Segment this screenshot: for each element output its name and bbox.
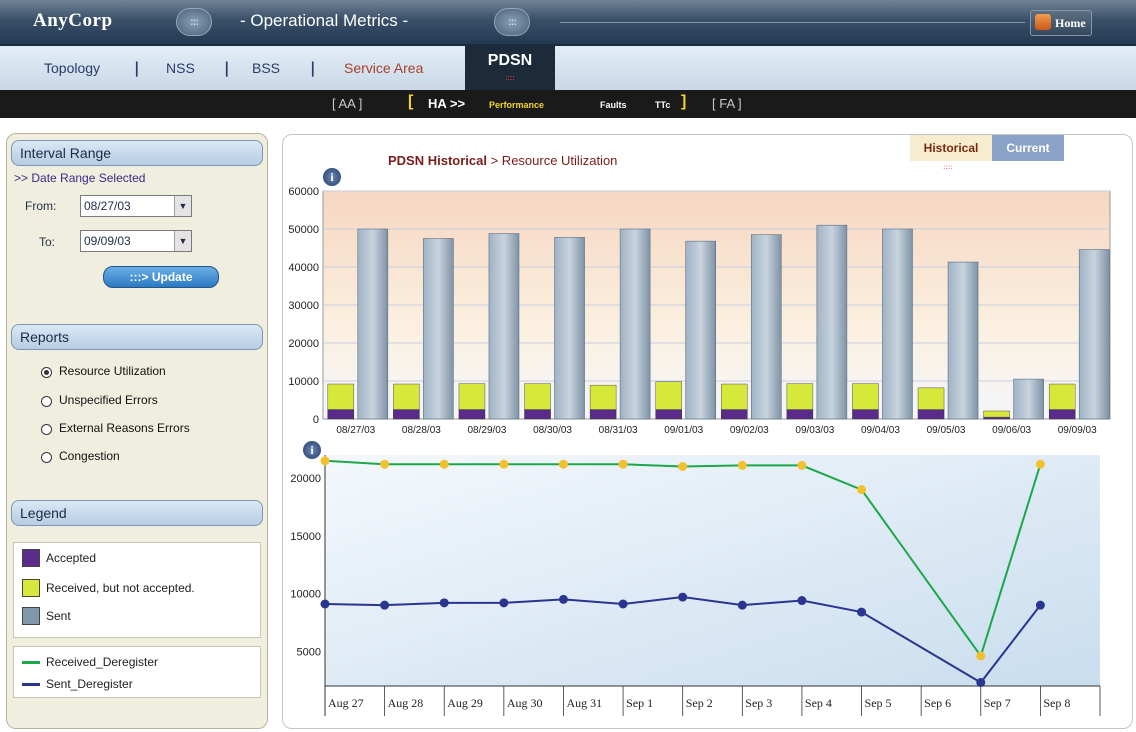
y-tick-label: 5000	[297, 646, 321, 658]
x-tick-label: Aug 29	[447, 696, 483, 710]
data-point	[737, 460, 747, 470]
x-tick-label: Aug 28	[388, 696, 424, 710]
data-point	[797, 460, 807, 470]
data-point	[1035, 459, 1045, 469]
line-chart: 5000 10000 15000 20000 Aug 27 Aug 28 Aug 29 Aug…	[290, 455, 1101, 716]
data-point	[320, 456, 330, 466]
data-point	[737, 600, 747, 610]
x-tick-label: Sep 6	[924, 696, 951, 710]
x-tick-label: Sep 7	[984, 696, 1011, 710]
x-tick-label: Sep 1	[626, 696, 653, 710]
data-point	[618, 459, 628, 469]
x-tick-label: Sep 5	[865, 696, 892, 710]
data-point	[976, 678, 986, 688]
x-tick-label: Sep 8	[1043, 696, 1070, 710]
data-point	[380, 600, 390, 610]
y-tick-label: 15000	[290, 531, 321, 543]
x-tick-label: Sep 3	[745, 696, 772, 710]
x-tick-label: Sep 4	[805, 696, 832, 710]
data-point	[320, 599, 330, 609]
data-point	[499, 459, 509, 469]
data-point	[678, 592, 688, 602]
data-point	[380, 459, 390, 469]
data-point	[618, 599, 628, 609]
data-point	[439, 459, 449, 469]
data-point	[857, 607, 867, 617]
y-tick-label: 20000	[290, 473, 321, 485]
data-point	[499, 598, 509, 608]
data-point	[797, 596, 807, 606]
data-point	[857, 485, 867, 495]
line-plot-area	[325, 455, 1100, 686]
data-point	[558, 594, 568, 604]
x-tick-label: Sep 2	[686, 696, 713, 710]
data-point	[439, 598, 449, 608]
x-tick-label: Aug 27	[328, 696, 364, 710]
x-tick-label: Aug 31	[566, 696, 602, 710]
x-tick-label: Aug 30	[507, 696, 543, 710]
data-point	[976, 651, 986, 661]
data-point	[558, 459, 568, 469]
y-tick-label: 10000	[290, 589, 321, 601]
data-point	[678, 462, 688, 472]
data-point	[1035, 600, 1045, 610]
